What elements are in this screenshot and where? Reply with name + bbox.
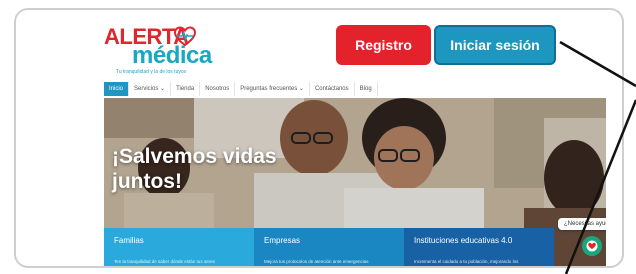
card-desc: Mejora tus protocolos de atención ante e… — [264, 259, 369, 264]
card-title: Familias — [114, 236, 144, 245]
nav-item-servicios[interactable]: Servicios ⌄ — [129, 82, 172, 96]
help-chat-icon[interactable] — [582, 236, 602, 256]
card-empresas[interactable]: Empresas Mejora tus protocolos de atenci… — [254, 228, 404, 266]
nav-item-inicio[interactable]: Inicio — [104, 82, 130, 96]
nav-item-contactanos[interactable]: Contáctanos — [310, 82, 355, 96]
nav-item-nosotros[interactable]: Nosotros — [200, 82, 236, 96]
main-nav: Inicio Servicios ⌄ Tienda Nosotros Pregu… — [104, 82, 604, 96]
card-title: Instituciones educativas 4.0 — [414, 236, 513, 245]
heart-icon — [586, 240, 598, 252]
hero-banner: ¡Salvemos vidas juntos! Familias Ten la … — [104, 98, 606, 266]
logo-tagline: Tu tranquilidad y la de los tuyos — [116, 69, 187, 75]
nav-item-blog[interactable]: Blog — [355, 82, 378, 96]
login-button[interactable]: Iniciar sesión — [434, 25, 556, 65]
help-bubble[interactable]: ¿Necesitas ayuda? — [558, 218, 606, 230]
browser-frame: ALERTA médica Tu tranquilidad y la de lo… — [14, 8, 624, 268]
hero-title: ¡Salvemos vidas juntos! — [112, 144, 277, 194]
card-instituciones[interactable]: Instituciones educativas 4.0 Incrementa … — [404, 228, 554, 266]
card-title: Empresas — [264, 236, 301, 245]
card-desc: Incrementa el cuidado a tu población, me… — [414, 259, 519, 264]
alerta-medica-logo[interactable]: ALERTA médica Tu tranquilidad y la de lo… — [104, 26, 212, 76]
card-desc: Ten la tranquilidad de saber dónde están… — [114, 259, 215, 264]
logo-main-text: médica — [132, 42, 212, 69]
nav-item-tienda[interactable]: Tienda — [171, 82, 201, 96]
hero-title-line1: ¡Salvemos vidas — [112, 145, 277, 168]
hero-title-line2: juntos! — [112, 170, 182, 193]
nav-item-preguntas-frecuentes[interactable]: Preguntas frecuentes ⌄ — [235, 82, 310, 96]
card-familias[interactable]: Familias Ten la tranquilidad de saber dó… — [104, 228, 254, 266]
register-button[interactable]: Registro — [336, 25, 431, 65]
